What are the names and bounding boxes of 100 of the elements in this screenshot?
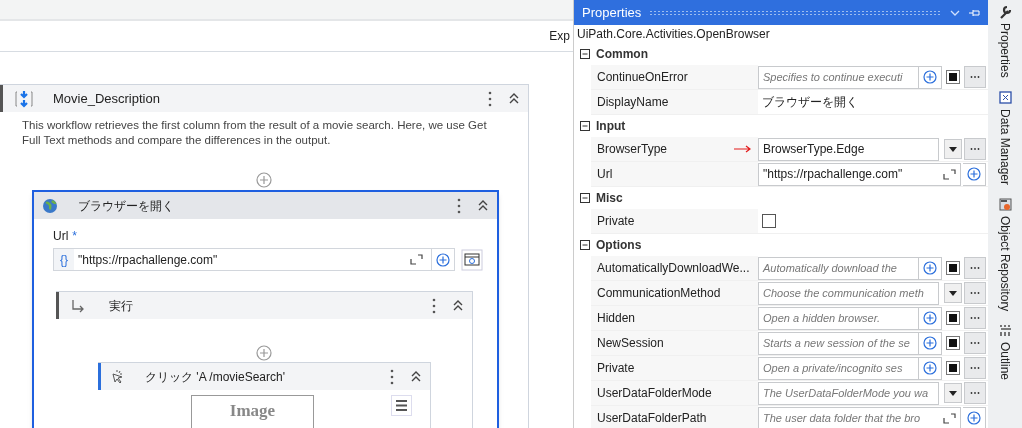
activity-title: Movie_Description <box>53 89 161 108</box>
ellipsis-icon <box>970 366 980 370</box>
property-field[interactable]: Specifies to continue executi <box>758 65 942 89</box>
click-cursor-icon <box>109 368 125 385</box>
add-variable-icon[interactable] <box>436 252 450 267</box>
property-name: CommunicationMethod <box>597 285 722 302</box>
more-icon[interactable] <box>390 368 394 385</box>
expand-editor-icon[interactable] <box>943 412 956 424</box>
literal-toggle[interactable] <box>944 261 962 275</box>
property-name: DisplayName <box>597 94 670 111</box>
property-name: Private <box>597 213 636 230</box>
ellipsis-icon <box>970 75 980 79</box>
globe-icon <box>42 197 58 214</box>
dropdown-button[interactable] <box>944 383 962 403</box>
side-tab[interactable]: Properties <box>996 23 1014 78</box>
caret-icon <box>949 146 957 152</box>
property-name: AutomaticallyDownloadWe... <box>597 260 751 277</box>
image-placeholder-text: Image <box>228 400 277 422</box>
category-title: Common <box>596 46 648 63</box>
property-field[interactable]: The UserDataFolderMode you wa <box>758 381 939 405</box>
expand-all-link[interactable]: Exp <box>549 27 570 45</box>
property-name: UserDataFolderMode <box>597 385 713 402</box>
literal-toggle[interactable] <box>944 311 962 325</box>
expand-editor-icon[interactable] <box>410 254 423 265</box>
field-placeholder: The user data folder that the bro <box>763 410 922 426</box>
field-placeholder: Specifies to continue executi <box>763 69 904 85</box>
collapse-icon[interactable] <box>580 49 590 59</box>
property-name: UserDataFolderPath <box>597 410 708 427</box>
required-mark: * <box>72 228 77 245</box>
property-field[interactable]: "https://rpachallenge.com" <box>758 162 961 186</box>
side-tab[interactable]: Outline <box>996 342 1014 381</box>
more-icon[interactable] <box>457 197 461 214</box>
property-field[interactable]: Choose the communication meth <box>758 281 939 305</box>
branch-arrow-icon <box>71 298 85 313</box>
caret-icon <box>949 290 957 296</box>
category-title: Options <box>596 237 642 254</box>
panel-title: Properties <box>582 3 642 22</box>
collapse-icon[interactable] <box>452 299 464 312</box>
property-field[interactable]: Open a hidden browser. <box>758 306 942 330</box>
checkbox[interactable] <box>762 214 776 228</box>
add-activity-icon[interactable] <box>256 172 272 188</box>
field-value: BrowserType.Edge <box>763 141 866 158</box>
dropdown-button[interactable] <box>944 283 962 303</box>
ellipsis-icon <box>970 266 980 270</box>
property-name: ContinueOnError <box>597 69 689 86</box>
collapse-icon[interactable] <box>410 370 422 383</box>
field-placeholder: The UserDataFolderMode you wa <box>763 385 930 401</box>
activity-title: ブラウザーを開く <box>78 197 175 215</box>
click-activity-card[interactable]: クリック 'A /movieSearch' Image <box>98 362 431 428</box>
property-field[interactable]: Automatically download the <box>758 256 942 280</box>
sequence-description: This workflow retrieves the first column from the result of a movie search. Here, we use Get Full Text methods and compare the differences in the output. <box>21 118 488 148</box>
category-title: Misc <box>596 190 623 207</box>
more-icon[interactable] <box>432 297 436 314</box>
table-icon <box>997 89 1013 105</box>
side-tab[interactable]: Data Manager <box>996 108 1014 185</box>
add-activity-icon[interactable] <box>256 345 272 361</box>
side-tab[interactable]: Object Repository <box>996 215 1014 312</box>
add-variable-icon[interactable] <box>963 406 986 428</box>
property-field[interactable]: BrowserType.Edge <box>758 137 939 161</box>
property-name: Hidden <box>597 310 637 327</box>
field-value: "https://rpachallenge.com" <box>763 166 904 183</box>
collapse-icon[interactable] <box>580 193 590 203</box>
field-placeholder: Open a hidden browser. <box>763 310 881 326</box>
ellipsis-icon <box>970 316 980 320</box>
add-variable-icon[interactable] <box>963 162 986 186</box>
dropdown-button[interactable] <box>944 139 962 159</box>
ellipsis-icon <box>970 147 980 151</box>
menu-icon[interactable] <box>391 395 412 416</box>
collapse-icon[interactable] <box>580 121 590 131</box>
expand-editor-icon[interactable] <box>943 168 956 180</box>
collapse-icon[interactable] <box>580 240 590 250</box>
literal-toggle[interactable] <box>944 70 962 84</box>
property-name: BrowserType <box>597 141 669 158</box>
property-field[interactable]: Open a private/incognito ses <box>758 356 942 380</box>
url-field[interactable]: {} "https://rpachallenge.com" <box>53 248 455 271</box>
category-title: Input <box>596 118 626 135</box>
field-placeholder: Automatically download the <box>763 260 898 276</box>
browser-window-icon[interactable] <box>461 248 483 271</box>
literal-toggle[interactable] <box>944 336 962 350</box>
outline-icon <box>997 323 1013 339</box>
property-field[interactable]: Starts a new session of the se <box>758 331 942 355</box>
ellipsis-icon <box>970 341 980 345</box>
activity-card[interactable]: ブラウザーを開く Url * {} "https://rpachallenge.com" 実行 クリック 'A /movieSearch' Image <box>32 190 499 428</box>
sequence-icon <box>15 89 33 108</box>
property-value: ブラウザーを開く <box>761 94 858 111</box>
literal-toggle[interactable] <box>944 361 962 375</box>
property-name: Url <box>597 166 614 183</box>
field-label: Url <box>53 228 69 245</box>
property-field[interactable]: The user data folder that the bro <box>758 406 961 428</box>
collapse-icon[interactable] <box>477 199 489 212</box>
ellipsis-icon <box>970 291 980 295</box>
url-value: "https://rpachallenge.com" <box>78 251 219 269</box>
collapse-icon[interactable] <box>508 92 520 105</box>
field-placeholder: Open a private/incognito ses <box>763 360 904 376</box>
more-icon[interactable] <box>488 90 492 107</box>
activity-title: クリック 'A /movieSearch' <box>145 368 286 386</box>
property-name: NewSession <box>597 335 665 352</box>
pin-icon[interactable] <box>968 7 980 18</box>
chevron-down-icon[interactable] <box>950 8 960 17</box>
property-name: Private <box>597 360 636 377</box>
